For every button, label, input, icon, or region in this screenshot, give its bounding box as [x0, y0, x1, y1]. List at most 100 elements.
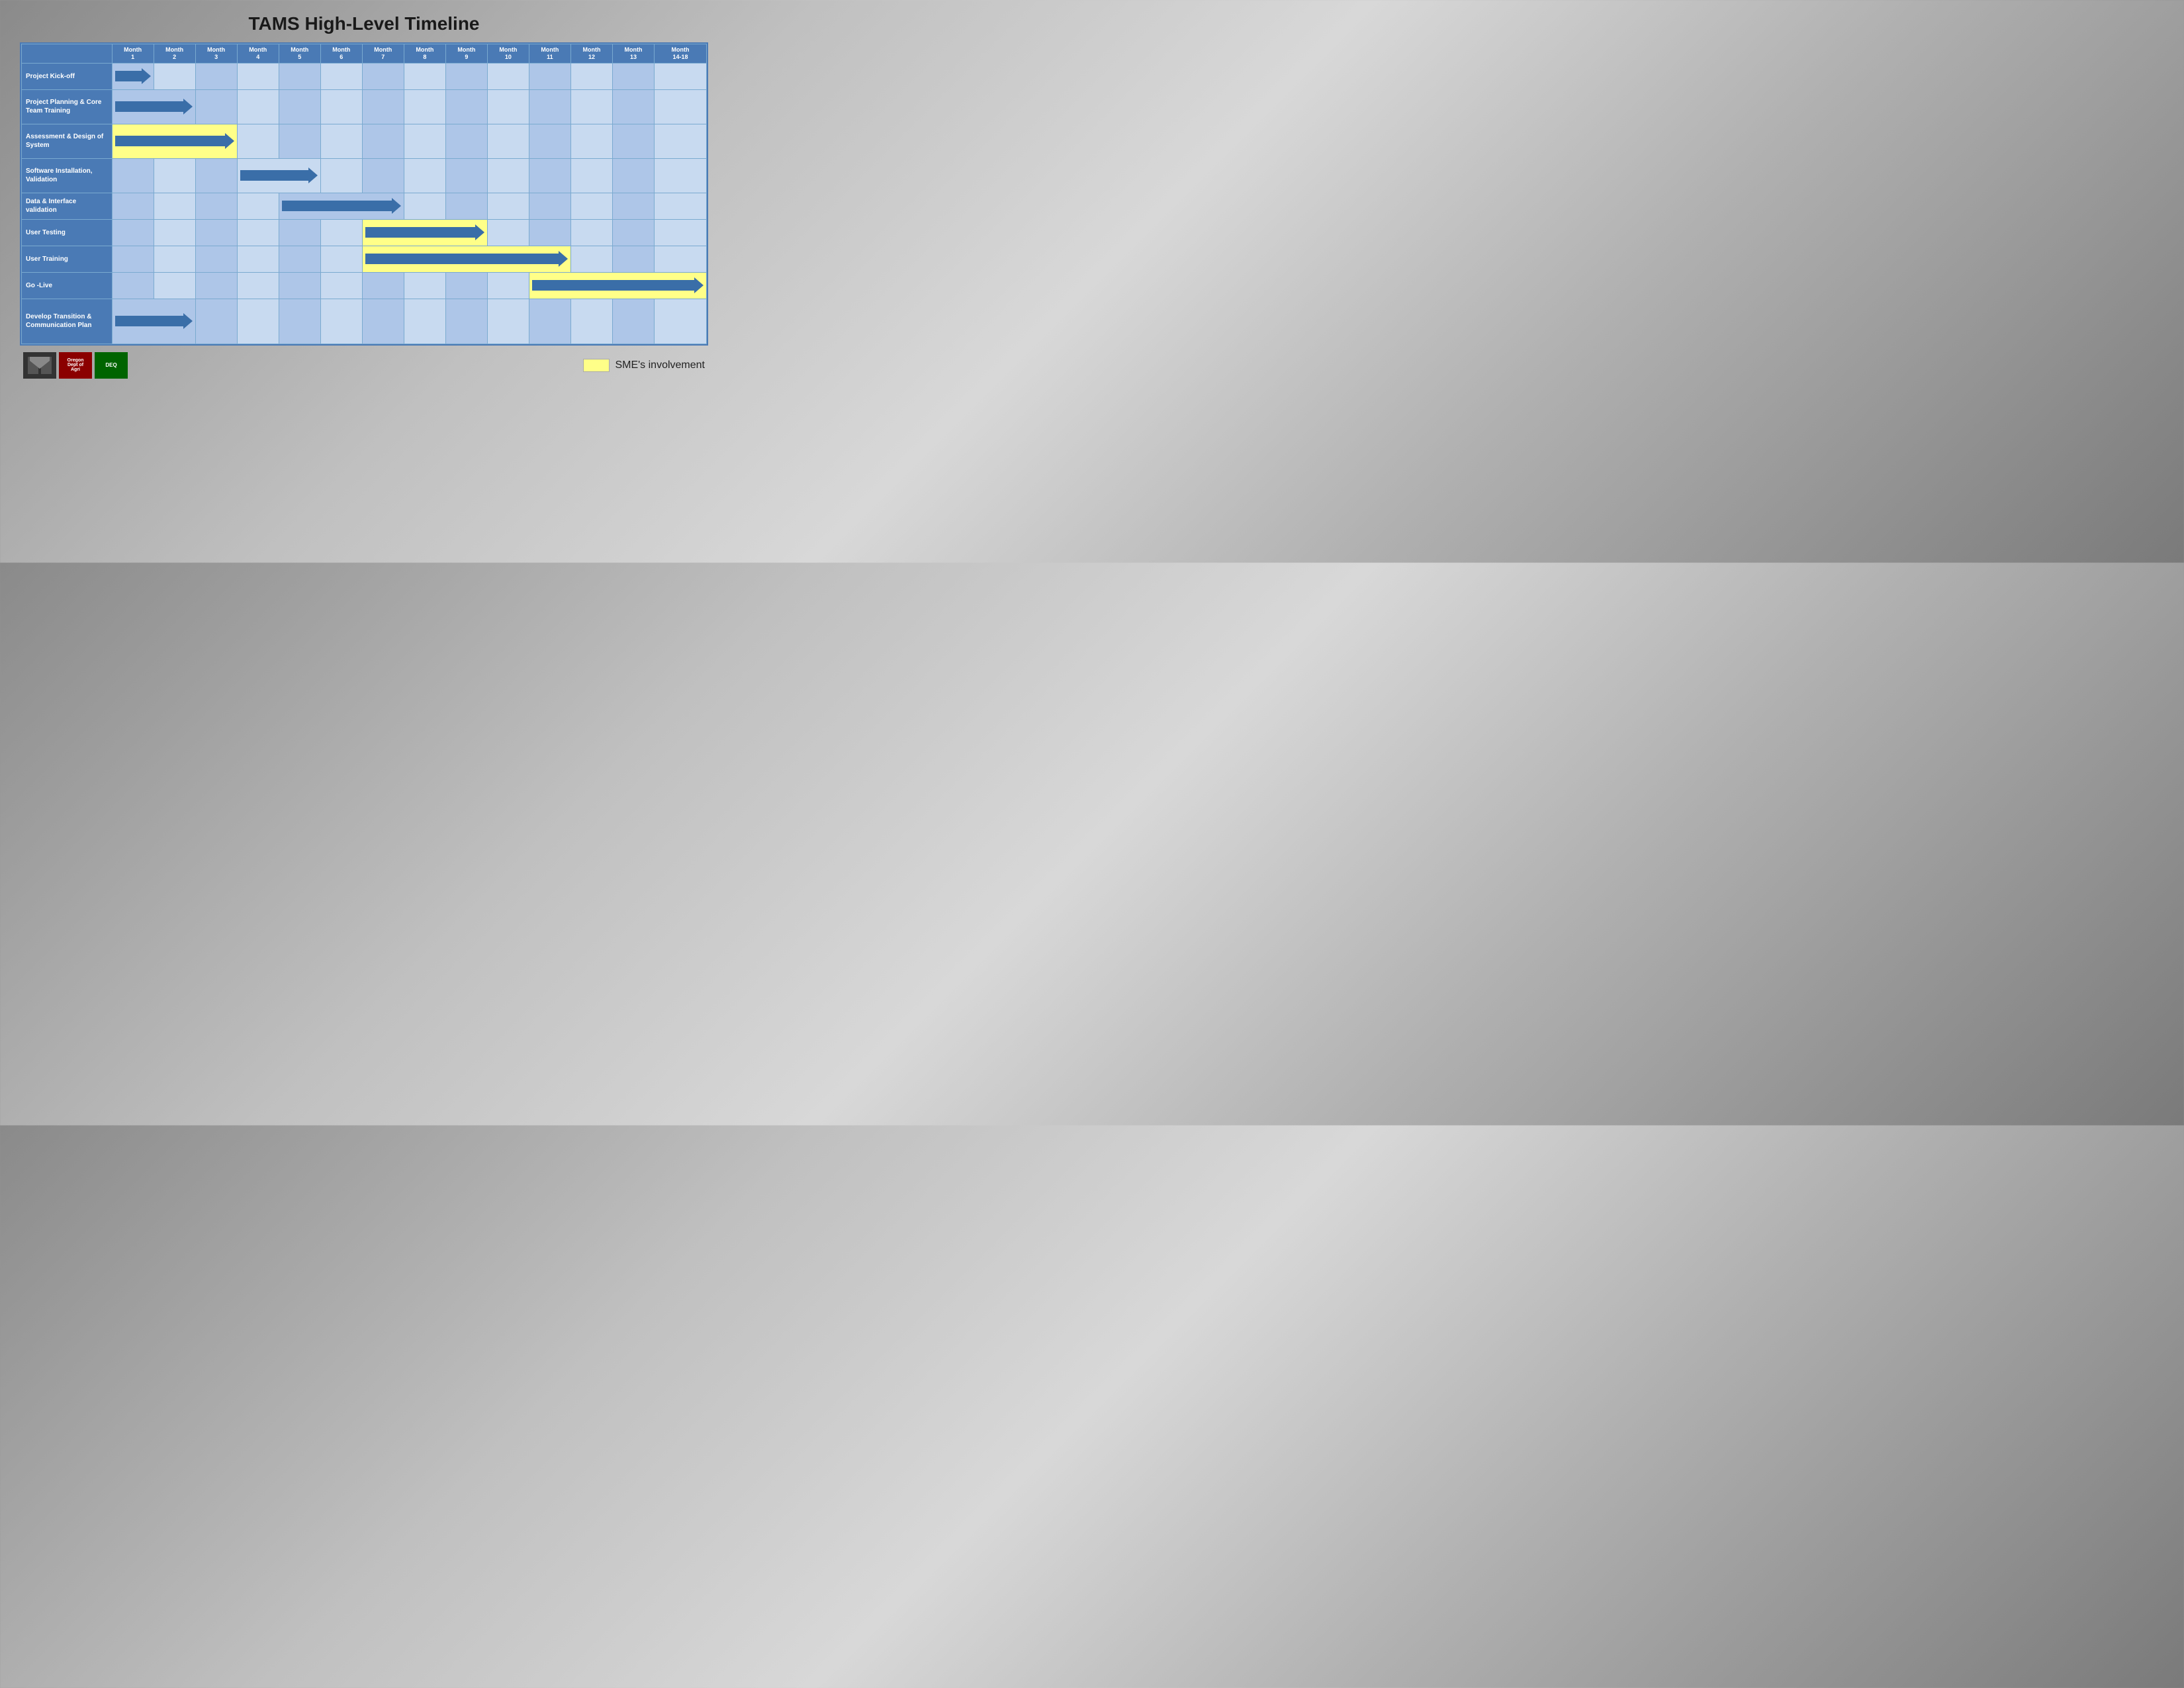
task-row: Assessment & Design of System — [22, 124, 707, 158]
task-7-month-9 — [487, 272, 529, 299]
task-5-month-1 — [154, 219, 195, 246]
task-name-cell: User Training — [22, 246, 113, 272]
task-4-month-11 — [570, 193, 612, 219]
task-3-month-1 — [154, 158, 195, 193]
task-4-month-0 — [112, 193, 154, 219]
task-7-month-3 — [237, 272, 279, 299]
task-0-month-8 — [445, 63, 487, 89]
task-2-month-6 — [362, 124, 404, 158]
task-3-month-9 — [487, 158, 529, 193]
task-name-cell: Data & Interface validation — [22, 193, 113, 219]
task-8-month-6 — [362, 299, 404, 344]
task-name-cell: Assessment & Design of System — [22, 124, 113, 158]
task-7-month-2 — [195, 272, 237, 299]
logos-area: OregonDept ofAgri DEQ — [23, 352, 128, 379]
task-row: Data & Interface validation — [22, 193, 707, 219]
task-row: User Training — [22, 246, 707, 272]
task-7-month-5 — [320, 272, 362, 299]
task-name-cell: Project Planning & Core Team Training — [22, 89, 113, 124]
task-2-month-4 — [279, 124, 320, 158]
task-5-month-11 — [570, 219, 612, 246]
task-0-month-2 — [195, 63, 237, 89]
month-header-11: Month11 — [529, 44, 570, 64]
task-5-month-9 — [487, 219, 529, 246]
task-0-month-5 — [320, 63, 362, 89]
task-1-month-13 — [655, 89, 707, 124]
task-4-month-12 — [612, 193, 654, 219]
task-3-month-10 — [529, 158, 570, 193]
task-5-month-5 — [320, 219, 362, 246]
task-1-month-8 — [445, 89, 487, 124]
task-0-month-3 — [237, 63, 279, 89]
task-6-month-2 — [195, 246, 237, 272]
logo-oregon: OregonDept ofAgri — [59, 352, 92, 379]
task-0-month-12 — [612, 63, 654, 89]
month-header-1: Month1 — [112, 44, 154, 64]
task-3-month-7 — [404, 158, 445, 193]
task-1-month-7 — [404, 89, 445, 124]
task-7-month-10 — [529, 272, 706, 299]
task-7-month-8 — [445, 272, 487, 299]
task-4-month-9 — [487, 193, 529, 219]
task-3-month-11 — [570, 158, 612, 193]
month-header-6: Month6 — [320, 44, 362, 64]
task-row: Software Installation, Validation — [22, 158, 707, 193]
task-3-month-8 — [445, 158, 487, 193]
month-header-10: Month10 — [487, 44, 529, 64]
task-1-month-5 — [320, 89, 362, 124]
logo-tt — [23, 352, 56, 379]
task-6-month-6 — [362, 246, 570, 272]
logo-deq: DEQ — [95, 352, 128, 379]
task-3-month-13 — [655, 158, 707, 193]
task-2-month-5 — [320, 124, 362, 158]
task-2-month-7 — [404, 124, 445, 158]
legend: SME's involvement — [583, 359, 705, 372]
footer: OregonDept ofAgri DEQ SME's involvement — [20, 352, 708, 379]
month-header-3: Month3 — [195, 44, 237, 64]
task-6-month-11 — [570, 246, 612, 272]
task-5-month-3 — [237, 219, 279, 246]
month-header-14: Month14-18 — [655, 44, 707, 64]
task-7-month-4 — [279, 272, 320, 299]
legend-sme-box — [583, 359, 610, 372]
task-8-month-5 — [320, 299, 362, 344]
task-4-month-4 — [279, 193, 404, 219]
task-8-month-3 — [237, 299, 279, 344]
task-4-month-1 — [154, 193, 195, 219]
task-5-month-12 — [612, 219, 654, 246]
task-8-month-0 — [112, 299, 195, 344]
task-row: Develop Transition & Communication Plan — [22, 299, 707, 344]
task-5-month-4 — [279, 219, 320, 246]
task-0-month-11 — [570, 63, 612, 89]
task-0-month-7 — [404, 63, 445, 89]
task-name-cell: User Testing — [22, 219, 113, 246]
task-0-month-0 — [112, 63, 154, 89]
month-header-12: Month12 — [570, 44, 612, 64]
task-2-month-11 — [570, 124, 612, 158]
slide-title: TAMS High-Level Timeline — [248, 13, 479, 34]
task-row: Go -Live — [22, 272, 707, 299]
task-8-month-11 — [570, 299, 612, 344]
task-3-month-0 — [112, 158, 154, 193]
task-1-month-9 — [487, 89, 529, 124]
task-name-cell: Software Installation, Validation — [22, 158, 113, 193]
task-7-month-6 — [362, 272, 404, 299]
task-3-month-5 — [320, 158, 362, 193]
task-8-month-7 — [404, 299, 445, 344]
task-2-month-8 — [445, 124, 487, 158]
task-6-month-0 — [112, 246, 154, 272]
task-1-month-6 — [362, 89, 404, 124]
gantt-chart: Month1Month2Month3Month4Month5Month6Mont… — [20, 42, 708, 346]
task-name-cell: Project Kick-off — [22, 63, 113, 89]
task-4-month-10 — [529, 193, 570, 219]
month-header-9: Month9 — [445, 44, 487, 64]
task-7-month-1 — [154, 272, 195, 299]
month-header-2: Month2 — [154, 44, 195, 64]
task-1-month-11 — [570, 89, 612, 124]
task-6-month-12 — [612, 246, 654, 272]
task-7-month-7 — [404, 272, 445, 299]
task-name-cell: Go -Live — [22, 272, 113, 299]
task-0-month-4 — [279, 63, 320, 89]
task-row: Project Kick-off — [22, 63, 707, 89]
task-6-month-3 — [237, 246, 279, 272]
